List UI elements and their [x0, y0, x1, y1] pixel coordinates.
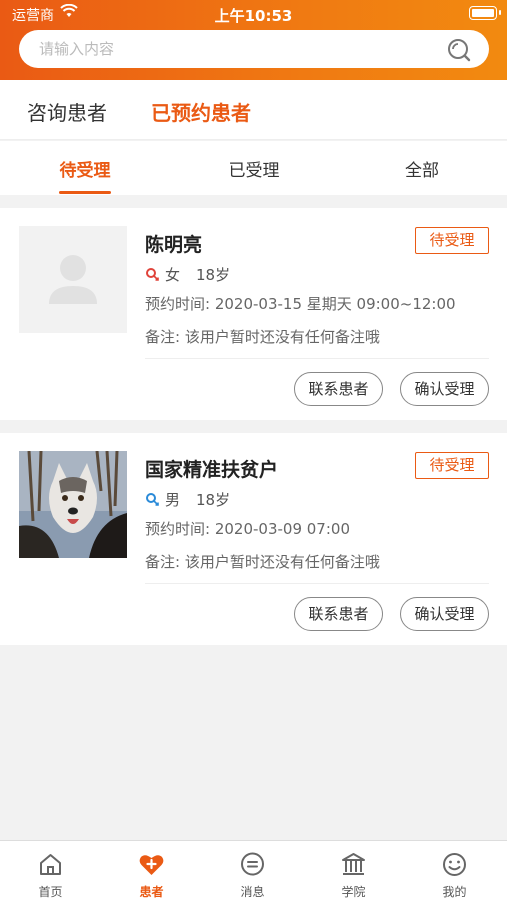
status-badge: 待受理 [415, 227, 489, 254]
patient-name: 陈明亮 [145, 234, 203, 256]
patient-meta: 男 18岁 [145, 489, 230, 510]
avatar [19, 226, 127, 333]
avatar [19, 451, 127, 558]
heart-plus-icon [138, 851, 165, 882]
search-bar[interactable] [19, 30, 489, 68]
search-input[interactable] [39, 30, 439, 68]
husky-dog-photo [19, 451, 127, 558]
active-tab-indicator [59, 191, 111, 194]
bottom-tab-bar: 首页 患者 消息 学院 我的 [0, 840, 507, 900]
status-bar: 运营商 上午10:53 [0, 0, 507, 28]
appointment-time: 预约时间: 2020-03-15 星期天 09:00~12:00 [145, 295, 456, 313]
patient-gender: 女 [165, 266, 181, 284]
search-icon[interactable] [447, 38, 471, 66]
contact-patient-button[interactable]: 联系患者 [294, 372, 383, 406]
status-badge: 待受理 [415, 452, 489, 479]
tab-messages[interactable]: 消息 [202, 841, 303, 900]
app-header: 运营商 上午10:53 [0, 0, 507, 80]
tab-academy[interactable]: 学院 [303, 841, 404, 900]
divider [145, 358, 489, 359]
message-icon [239, 851, 266, 882]
divider [145, 583, 489, 584]
tab-academy-label: 学院 [341, 885, 366, 899]
tab-booked-patients[interactable]: 已预约患者 [151, 97, 251, 126]
placeholder-avatar-icon [19, 226, 127, 333]
patient-gender: 男 [165, 491, 181, 509]
tab-patients-label: 患者 [139, 885, 164, 899]
tab-mine[interactable]: 我的 [404, 841, 505, 900]
patient-age: 18岁 [196, 491, 231, 509]
tab-patients[interactable]: 患者 [101, 841, 202, 900]
patient-name: 国家精准扶贫户 [145, 459, 279, 481]
tab-pending[interactable]: 待受理 [35, 156, 135, 181]
patient-meta: 女 18岁 [145, 264, 230, 285]
tab-all[interactable]: 全部 [372, 156, 472, 181]
patient-card[interactable]: 陈明亮 待受理 女 18岁 预约时间: 2020-03-15 星期天 09:00~… [0, 208, 507, 420]
status-filter-tabs: 待受理 已受理 全部 [0, 141, 507, 195]
clock: 上午10:53 [214, 7, 293, 25]
patient-age: 18岁 [196, 266, 231, 284]
contact-patient-button[interactable]: 联系患者 [294, 597, 383, 631]
appointment-time: 预约时间: 2020-03-09 07:00 [145, 520, 350, 538]
confirm-accept-button[interactable]: 确认受理 [400, 372, 489, 406]
home-icon [37, 851, 64, 882]
tab-home[interactable]: 首页 [0, 841, 101, 900]
patient-note: 备注: 该用户暂时还没有任何备注哦 [145, 553, 380, 571]
tab-consult-patients[interactable]: 咨询患者 [27, 97, 107, 126]
tab-messages-label: 消息 [240, 885, 265, 899]
smiley-icon [441, 851, 468, 882]
confirm-accept-button[interactable]: 确认受理 [400, 597, 489, 631]
female-icon [145, 267, 159, 281]
patient-note: 备注: 该用户暂时还没有任何备注哦 [145, 328, 380, 346]
tab-accepted[interactable]: 已受理 [204, 156, 304, 181]
top-tabs: 咨询患者 已预约患者 [0, 80, 507, 140]
battery-icon [469, 6, 501, 20]
male-icon [145, 492, 159, 506]
tab-home-label: 首页 [38, 885, 63, 899]
institution-icon [340, 851, 367, 882]
tab-mine-label: 我的 [442, 885, 467, 899]
patient-card[interactable]: 国家精准扶贫户 待受理 男 18岁 预约时间: 2020-03-09 07:00 … [0, 433, 507, 645]
